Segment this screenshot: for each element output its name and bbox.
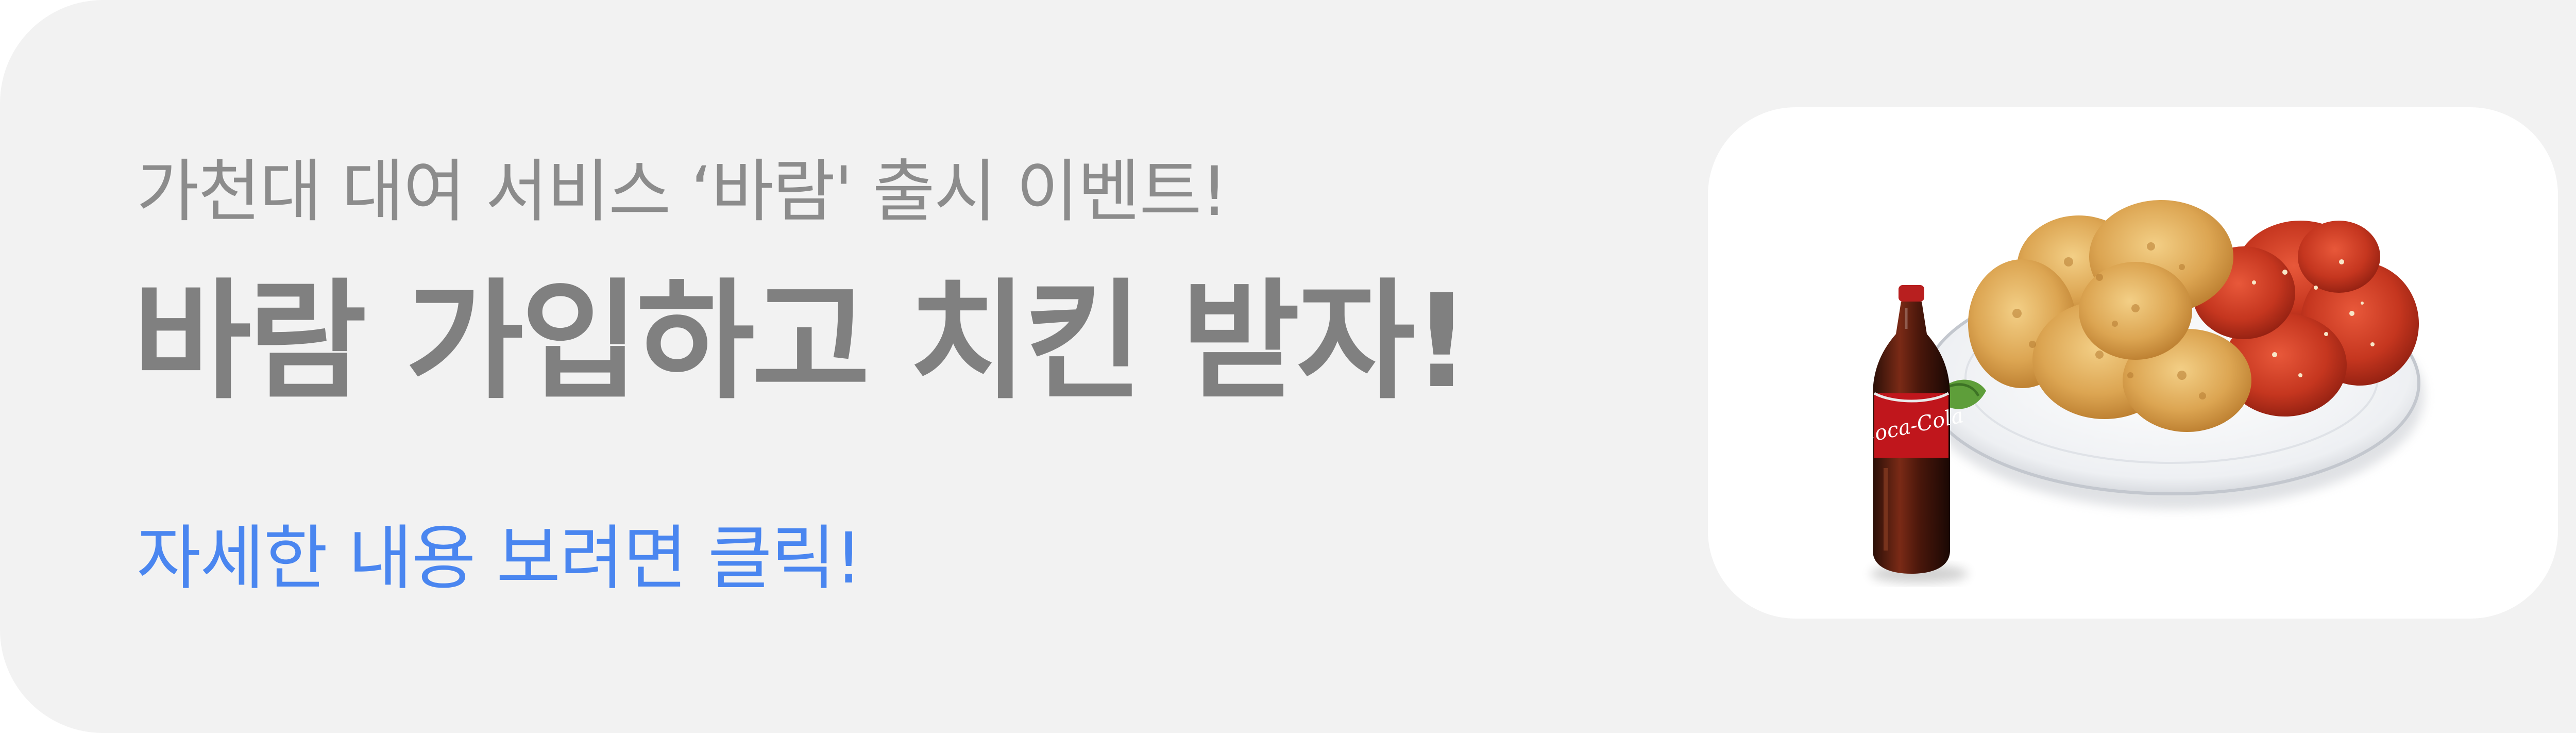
fried-chicken-and-cola-image: Coca-Cola bbox=[1857, 200, 2424, 583]
banner-subtitle: 가천대 대여 서비스 ‘바람' 출시 이벤트! bbox=[137, 152, 1228, 231]
banner-headline: 바람 가입하고 치킨 받자! bbox=[133, 266, 1471, 417]
details-link[interactable]: 자세한 내용 보려면 클릭! bbox=[137, 520, 862, 598]
product-image-card: Coca-Cola bbox=[1708, 107, 2558, 619]
event-banner[interactable]: 가천대 대여 서비스 ‘바람' 출시 이벤트! 바람 가입하고 치킨 받자! 자… bbox=[0, 0, 2576, 733]
